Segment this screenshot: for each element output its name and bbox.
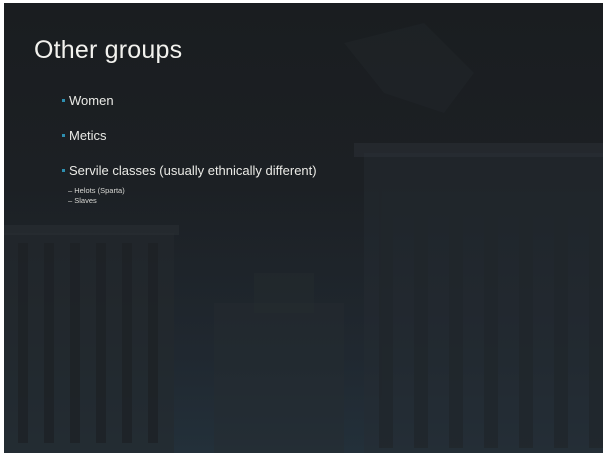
- bullet-label: Women: [69, 93, 114, 108]
- sub-bullet-item: – Helots (Sparta): [68, 186, 125, 195]
- sub-bullet-dash: –: [68, 186, 73, 195]
- slide-title: Other groups: [34, 36, 183, 64]
- sub-bullet-label: Helots (Sparta): [74, 186, 125, 195]
- bullet-item: Women: [62, 93, 114, 108]
- bullet-label: Metics: [69, 128, 107, 143]
- sub-bullet-dash: –: [68, 196, 73, 205]
- slide: Other groups Women Metics Servile classe…: [4, 3, 603, 453]
- background-temple-image: [4, 23, 603, 453]
- bullet-marker-icon: [62, 134, 65, 138]
- bullet-marker-icon: [62, 169, 65, 173]
- sub-bullet-label: Slaves: [74, 196, 97, 205]
- bullet-item: Metics: [62, 128, 107, 143]
- bullet-marker-icon: [62, 99, 65, 103]
- bullet-label: Servile classes (usually ethnically diff…: [69, 163, 317, 178]
- sub-bullet-item: – Slaves: [68, 196, 97, 205]
- bullet-item: Servile classes (usually ethnically diff…: [62, 163, 317, 178]
